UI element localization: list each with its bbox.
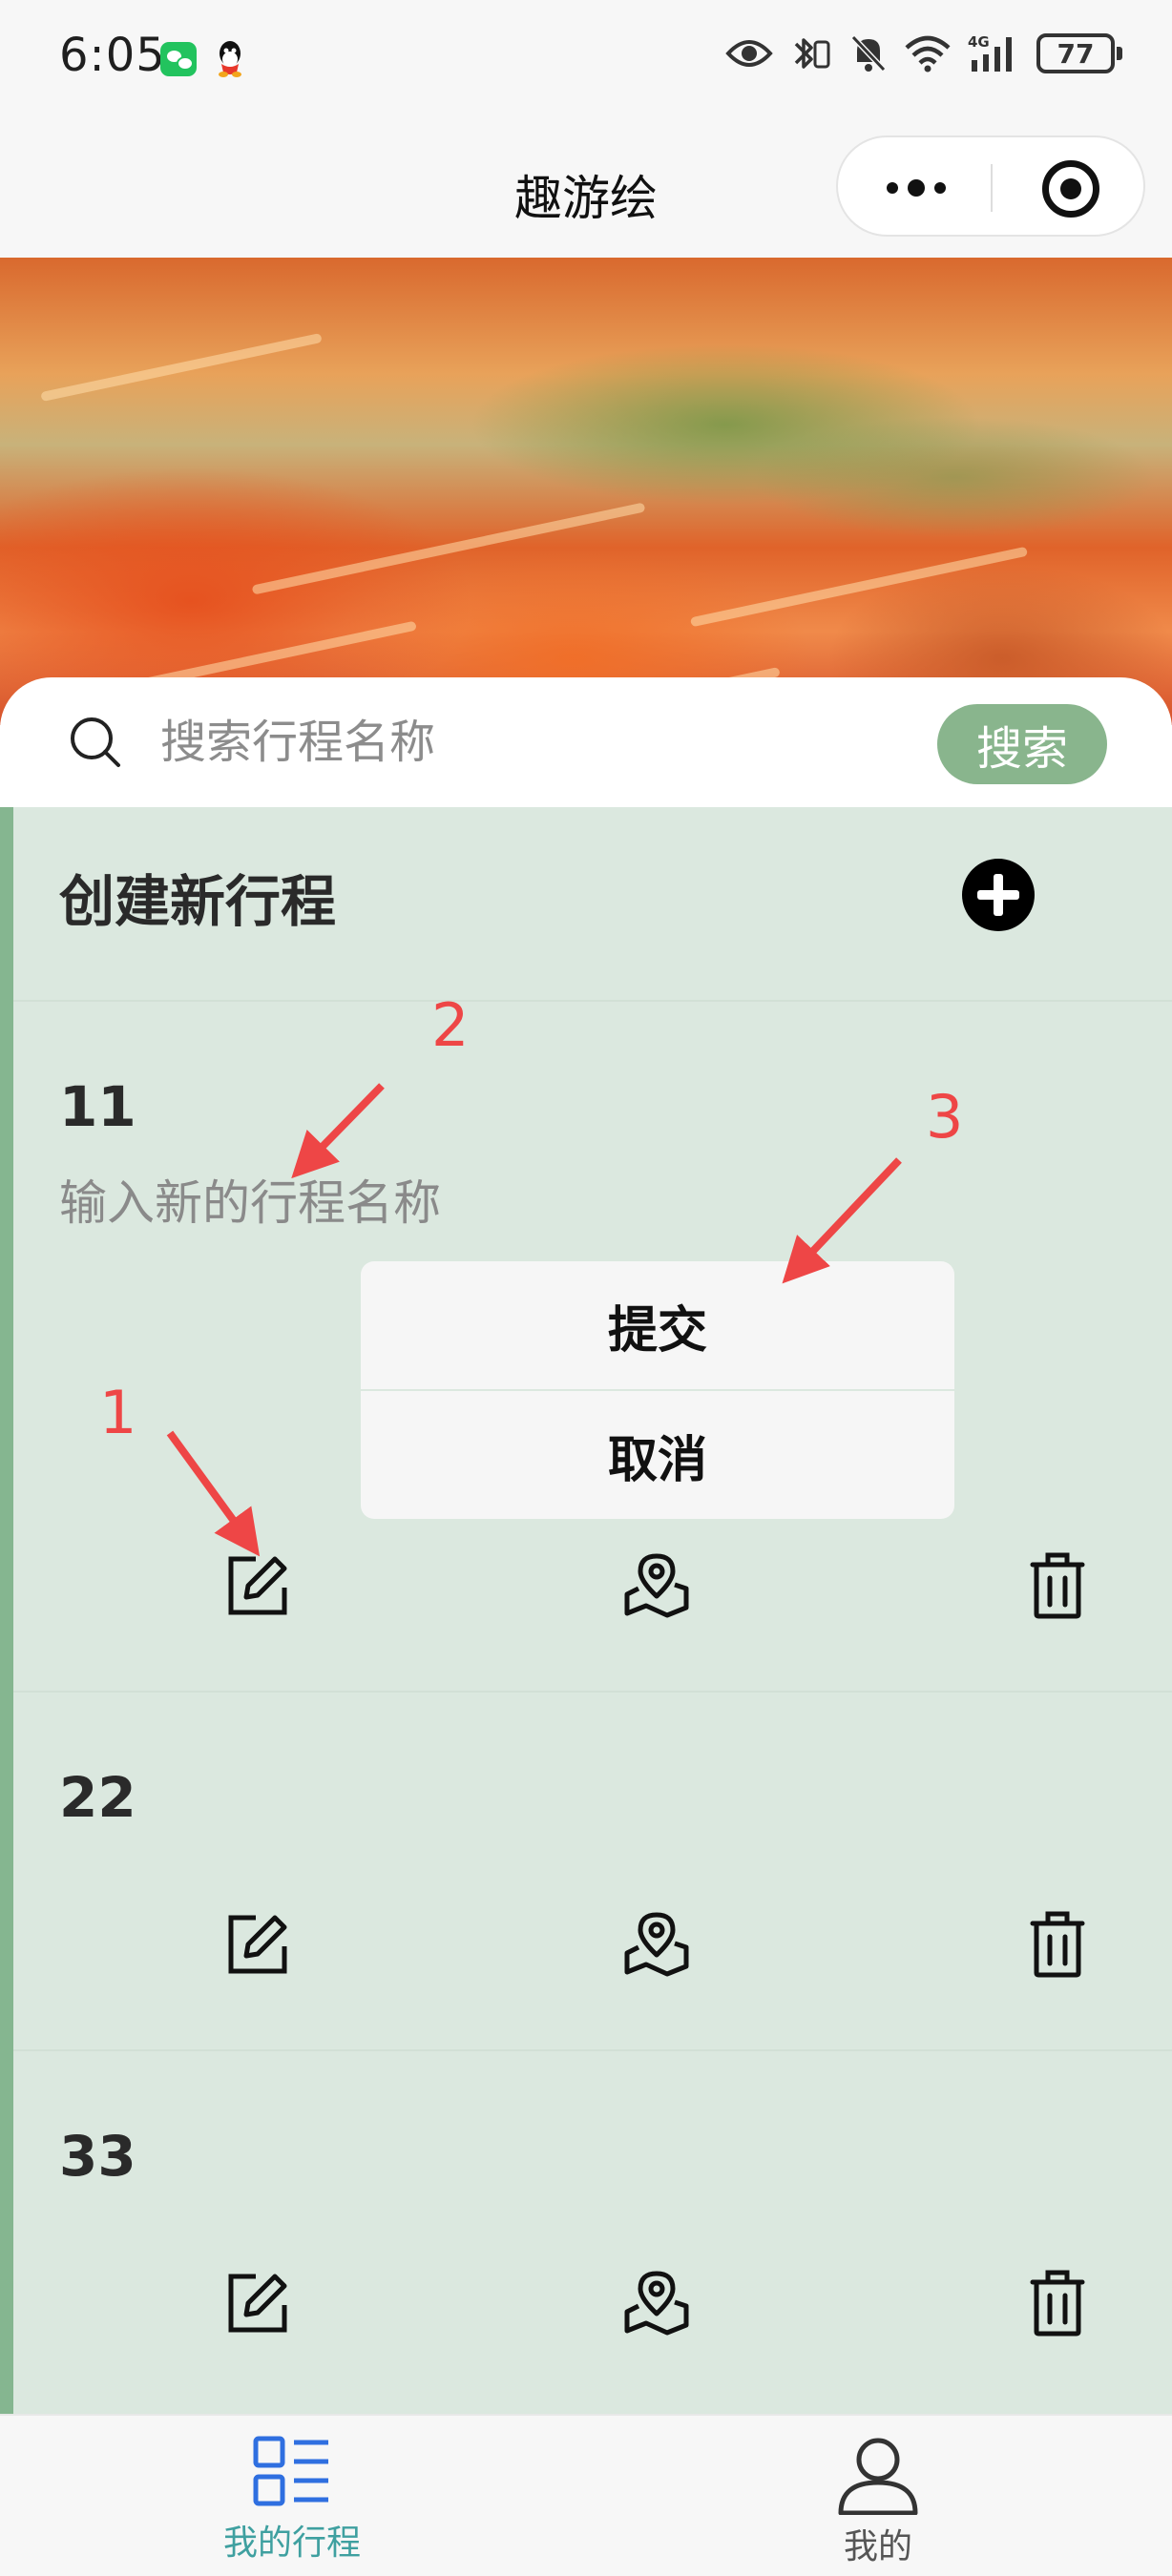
trash-icon[interactable] — [1021, 2267, 1094, 2339]
bottom-tab-bar: 我的行程 我的 — [0, 2414, 1172, 2576]
tab-me[interactable]: 我的 — [735, 2435, 1021, 2568]
search-button[interactable]: 搜索 — [937, 704, 1107, 784]
search-icon — [71, 717, 120, 767]
miniprogram-capsule — [836, 135, 1145, 237]
annotation-number-1: 1 — [99, 1378, 137, 1447]
nav-bar: 趣游绘 — [0, 114, 1172, 258]
miniprogram-close-icon[interactable] — [1042, 160, 1099, 218]
trip-name: 11 — [59, 1074, 136, 1139]
edit-icon[interactable] — [221, 1908, 294, 1981]
svg-text:4G: 4G — [968, 33, 990, 51]
battery-icon: 77 — [1036, 33, 1122, 73]
eye-icon — [725, 40, 773, 67]
wifi-icon — [905, 35, 951, 73]
submit-button[interactable]: 提交 — [361, 1261, 954, 1389]
create-trip-row[interactable]: 创建新行程 — [13, 807, 1172, 1002]
trip-item: 11 提交 取消 — [13, 1002, 1172, 1693]
search-bar: 搜索 — [0, 677, 1172, 807]
create-trip-label: 创建新行程 — [59, 869, 337, 934]
plus-circle-icon[interactable] — [962, 859, 1035, 931]
search-input[interactable] — [160, 706, 905, 779]
trash-icon[interactable] — [1021, 1549, 1094, 1622]
trash-icon[interactable] — [1021, 1908, 1094, 1981]
annotation-number-3: 3 — [926, 1082, 964, 1152]
capsule-divider — [991, 164, 993, 212]
mute-icon — [850, 34, 887, 73]
qq-icon — [219, 41, 241, 77]
tab-my-trips[interactable]: 我的行程 — [149, 2435, 435, 2568]
status-bar: 6:05 4G 77 — [0, 0, 1172, 114]
map-location-icon[interactable] — [620, 1549, 693, 1622]
left-accent-stripe — [0, 807, 13, 2414]
list-grid-icon — [253, 2436, 328, 2506]
annotation-number-2: 2 — [431, 990, 470, 1060]
trip-list: 创建新行程 11 提交 取消 — [0, 807, 1172, 2414]
trip-item: 22 — [13, 1693, 1172, 2051]
edit-icon[interactable] — [221, 1549, 294, 1622]
hero-landscape-image — [0, 258, 1172, 725]
trip-name: 22 — [59, 1765, 136, 1830]
4g-signal-icon: 4G — [968, 33, 1012, 72]
person-icon — [838, 2438, 918, 2515]
trip-item: 33 — [13, 2051, 1172, 2414]
wechat-icon — [160, 42, 197, 76]
cancel-button[interactable]: 取消 — [361, 1391, 954, 1519]
map-location-icon[interactable] — [620, 2267, 693, 2339]
status-time: 6:05 — [59, 29, 166, 82]
more-dots-icon[interactable] — [878, 166, 954, 210]
tab-my-trips-label: 我的行程 — [222, 2524, 361, 2563]
edit-icon[interactable] — [221, 2267, 294, 2339]
trip-name: 33 — [59, 2124, 136, 2189]
rename-trip-input[interactable] — [59, 1170, 594, 1236]
bluetooth-icon — [794, 38, 830, 69]
tab-me-label: 我的 — [843, 2527, 912, 2566]
map-location-icon[interactable] — [620, 1908, 693, 1981]
